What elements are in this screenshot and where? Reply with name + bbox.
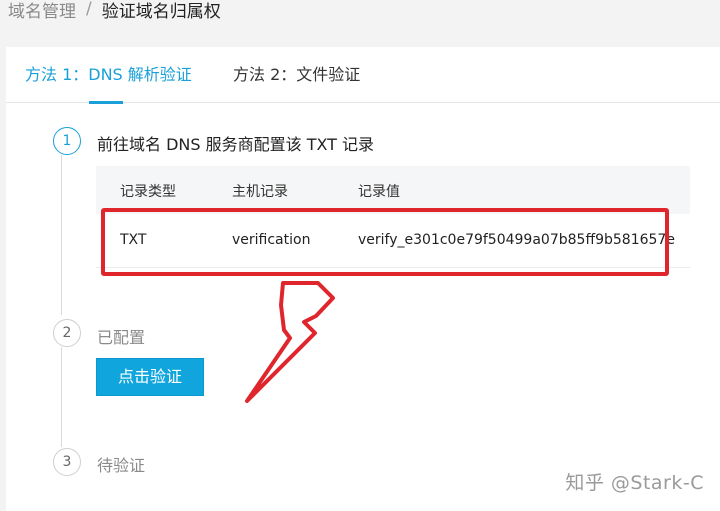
- red-arrow-icon: [245, 281, 335, 403]
- watermark: 知乎 @Stark-C: [565, 472, 704, 494]
